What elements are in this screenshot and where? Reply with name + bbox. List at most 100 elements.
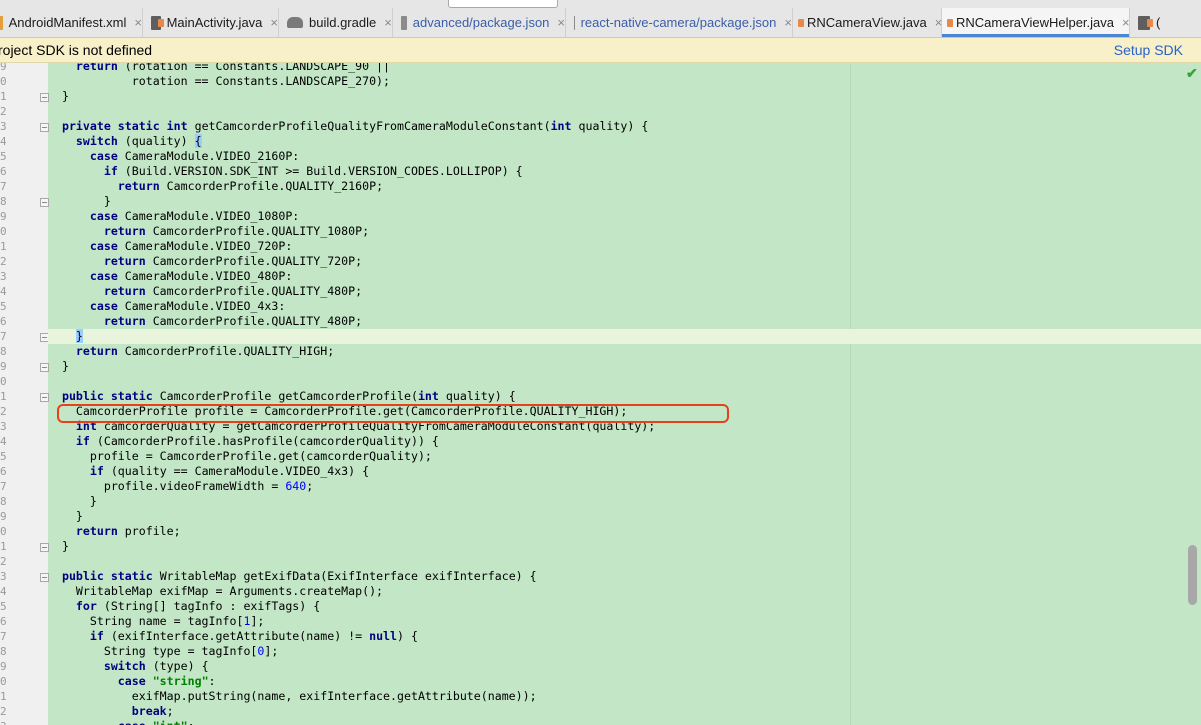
code-line[interactable]: if (quality == CameraModule.VIDEO_4x3) { — [48, 464, 1201, 479]
code-line[interactable]: } — [48, 89, 1201, 104]
code-token: (rotation == Constants.LANDSCAPE_90 || — [124, 63, 391, 73]
code-line[interactable] — [48, 374, 1201, 389]
code-line[interactable]: for (String[] tagInfo : exifTags) { — [48, 599, 1201, 614]
line-number: 1 — [0, 390, 7, 403]
code-line[interactable]: } — [48, 359, 1201, 374]
line-number: 2 — [0, 405, 7, 418]
code-line[interactable]: case "int": — [48, 719, 1201, 725]
code-line[interactable]: } — [48, 329, 1201, 344]
code-line[interactable]: WritableMap exifMap = Arguments.createMa… — [48, 584, 1201, 599]
code-line[interactable]: case CameraModule.VIDEO_1080P: — [48, 209, 1201, 224]
code-line[interactable]: return CamcorderProfile.QUALITY_480P; — [48, 314, 1201, 329]
code-token: quality) { — [571, 119, 649, 133]
tab-rncameraviewhelper-java[interactable]: RNCameraViewHelper.java × — [942, 8, 1130, 37]
setup-sdk-link[interactable]: Setup SDK — [1114, 42, 1183, 58]
code-editor[interactable]: 9012345678901234567890123456789012345678… — [0, 63, 1201, 725]
code-line[interactable]: private static int getCamcorderProfileQu… — [48, 119, 1201, 134]
line-number: 7 — [0, 480, 7, 493]
code-line[interactable]: } — [48, 494, 1201, 509]
code-token: exifMap.putString(name, exifInterface.ge… — [48, 689, 537, 703]
code-line[interactable]: public static WritableMap getExifData(Ex… — [48, 569, 1201, 584]
close-icon[interactable]: × — [134, 15, 142, 30]
keyword-token: if — [48, 164, 125, 178]
code-token: WritableMap getExifData(ExifInterface ex… — [159, 569, 537, 583]
vertical-scrollbar[interactable] — [1188, 545, 1197, 605]
code-line[interactable]: return profile; — [48, 524, 1201, 539]
code-token: CameraModule.VIDEO_720P: — [124, 239, 293, 253]
code-line[interactable] — [48, 554, 1201, 569]
tab-advanced-package-json[interactable]: advanced/package.json × — [393, 8, 566, 37]
code-line[interactable]: } — [48, 194, 1201, 209]
line-number: 1 — [0, 240, 7, 253]
keyword-token: int — [550, 119, 572, 133]
code-line[interactable]: if (Build.VERSION.SDK_INT >= Build.VERSI… — [48, 164, 1201, 179]
code-line[interactable]: return (rotation == Constants.LANDSCAPE_… — [48, 63, 1201, 74]
string-token: "int" — [153, 719, 188, 725]
code-line[interactable]: case CameraModule.VIDEO_4x3: — [48, 299, 1201, 314]
code-token: profile = CamcorderProfile.get(camcorder… — [48, 449, 432, 463]
close-icon[interactable]: × — [1122, 15, 1130, 30]
code-line[interactable]: return CamcorderProfile.QUALITY_1080P; — [48, 224, 1201, 239]
code-line[interactable]: return CamcorderProfile.QUALITY_720P; — [48, 254, 1201, 269]
code-line[interactable]: switch (type) { — [48, 659, 1201, 674]
code-line[interactable]: return CamcorderProfile.QUALITY_480P; — [48, 284, 1201, 299]
code-line[interactable] — [48, 104, 1201, 119]
keyword-token: return — [48, 63, 125, 73]
tab-overflow[interactable]: ( — [1130, 8, 1201, 37]
code-token: (CamcorderProfile.hasProfile(camcorderQu… — [96, 434, 439, 448]
code-line[interactable]: if (CamcorderProfile.hasProfile(camcorde… — [48, 434, 1201, 449]
code-line[interactable]: case CameraModule.VIDEO_480P: — [48, 269, 1201, 284]
code-line[interactable]: break; — [48, 704, 1201, 719]
keyword-token: if — [48, 629, 111, 643]
tab-androidmanifest-xml[interactable]: AndroidManifest.xml × — [0, 8, 143, 37]
keyword-token: case — [48, 674, 153, 688]
code-line[interactable]: case "string": — [48, 674, 1201, 689]
code-line[interactable]: return CamcorderProfile.QUALITY_2160P; — [48, 179, 1201, 194]
run-config-selector[interactable] — [448, 0, 558, 8]
close-icon[interactable]: × — [784, 15, 792, 30]
tab-react-native-camera-package-json[interactable]: react-native-camera/package.json × — [566, 8, 793, 37]
code-line[interactable]: } — [48, 509, 1201, 524]
line-number: 5 — [0, 150, 7, 163]
code-token: CamcorderProfile.QUALITY_480P; — [152, 284, 363, 298]
line-number: 9 — [0, 63, 7, 73]
code-line[interactable]: String name = tagInfo[1]; — [48, 614, 1201, 629]
code-token: (String[] tagInfo : exifTags) { — [103, 599, 321, 613]
code-line[interactable]: profile = CamcorderProfile.get(camcorder… — [48, 449, 1201, 464]
code-line[interactable]: public static CamcorderProfile getCamcor… — [48, 389, 1201, 404]
code-line[interactable]: } — [48, 539, 1201, 554]
tab-mainactivity-java[interactable]: MainActivity.java × — [143, 8, 279, 37]
code-token: } — [48, 89, 69, 103]
tab-rncameraview-java[interactable]: RNCameraView.java × — [793, 8, 942, 37]
code-token: ]; — [264, 644, 279, 658]
close-icon[interactable]: × — [557, 15, 565, 30]
code-line[interactable]: profile.videoFrameWidth = 640; — [48, 479, 1201, 494]
json-file-icon — [574, 15, 575, 30]
close-icon[interactable]: × — [270, 15, 278, 30]
code-line[interactable]: if (exifInterface.getAttribute(name) != … — [48, 629, 1201, 644]
code-line[interactable]: case CameraModule.VIDEO_2160P: — [48, 149, 1201, 164]
editor-tab-bar: AndroidManifest.xml × MainActivity.java × bu… — [0, 8, 1201, 38]
close-icon[interactable]: × — [384, 15, 392, 30]
line-number: 8 — [0, 195, 7, 208]
tab-label: ( — [1156, 15, 1161, 30]
line-number: 8 — [0, 645, 7, 658]
highlight-annotation-box — [57, 404, 729, 423]
code-line[interactable]: String type = tagInfo[0]; — [48, 644, 1201, 659]
code-token: String type = tagInfo[ — [48, 644, 258, 658]
code-line[interactable]: rotation == Constants.LANDSCAPE_270); — [48, 74, 1201, 89]
keyword-token: return — [48, 224, 153, 238]
tab-build-gradle[interactable]: build.gradle × — [279, 8, 393, 37]
line-number: 3 — [0, 120, 7, 133]
line-number: 1 — [0, 90, 7, 103]
line-number: 0 — [0, 675, 7, 688]
code-line[interactable]: case CameraModule.VIDEO_720P: — [48, 239, 1201, 254]
line-number: 0 — [0, 525, 7, 538]
line-number: 8 — [0, 495, 7, 508]
code-line[interactable]: return CamcorderProfile.QUALITY_HIGH; — [48, 344, 1201, 359]
line-number: 1 — [0, 540, 7, 553]
code-line[interactable]: switch (quality) { — [48, 134, 1201, 149]
code-token: profile; — [124, 524, 181, 538]
keyword-token: if — [48, 434, 97, 448]
code-line[interactable]: exifMap.putString(name, exifInterface.ge… — [48, 689, 1201, 704]
